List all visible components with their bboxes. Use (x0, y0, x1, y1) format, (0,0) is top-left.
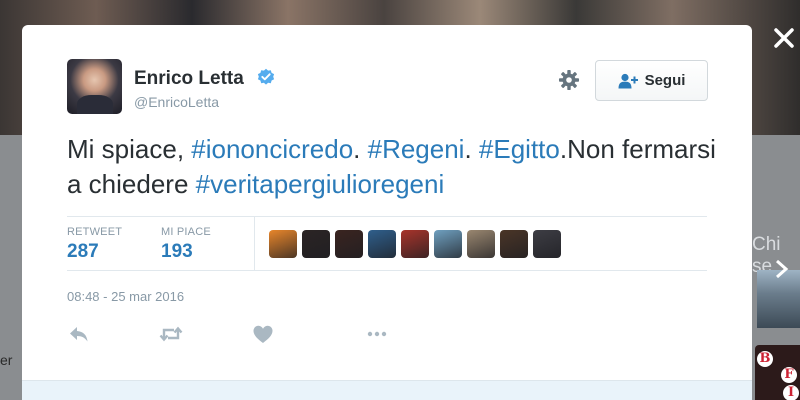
logo-letter: F (781, 367, 797, 383)
like-icon (253, 325, 273, 343)
liker-avatar[interactable] (368, 230, 396, 258)
chevron-right-icon[interactable] (770, 258, 792, 280)
hashtag-link[interactable]: #Regeni (368, 134, 465, 164)
retweet-stat-label: RETWEET (67, 226, 123, 238)
follow-button-label: Segui (644, 72, 686, 89)
retweet-stat[interactable]: RETWEET 287 (67, 226, 122, 263)
liker-avatar[interactable] (533, 230, 561, 258)
tweet-text: Mi spiace, #iononcicredo. #Regeni. #Egit… (67, 132, 717, 202)
liker-avatar[interactable] (302, 230, 330, 258)
tweet-modal: Enrico Letta @EnricoLetta Segui Mi spiac… (22, 25, 752, 400)
tweet-text-segment: Mi spiace, (67, 134, 192, 164)
tweet-stats: RETWEET 287 MI PIACE 193 (67, 216, 707, 271)
liker-avatars (269, 230, 561, 258)
follow-button[interactable]: Segui (595, 60, 708, 101)
logo-letter: I (783, 385, 799, 400)
liker-avatar[interactable] (434, 230, 462, 258)
author-name[interactable]: Enrico Letta (134, 68, 244, 90)
author-handle[interactable]: @EnricoLetta (134, 94, 219, 110)
reply-icon (70, 327, 88, 342)
retweet-icon (159, 326, 183, 342)
hashtag-link[interactable]: #veritapergiulioregeni (196, 169, 445, 199)
background-sidebar-logo: B F I (755, 345, 800, 400)
likes-stat[interactable]: MI PIACE 193 (161, 226, 211, 263)
verified-badge-icon (257, 68, 275, 85)
hashtag-link[interactable]: #Egitto (479, 134, 560, 164)
likes-stat-label: MI PIACE (161, 226, 211, 238)
add-user-icon (618, 73, 638, 88)
close-icon[interactable] (770, 24, 798, 52)
retweet-button[interactable] (159, 322, 183, 346)
liker-avatar[interactable] (500, 230, 528, 258)
more-icon (367, 331, 387, 337)
background-left-text: er (0, 352, 13, 368)
more-button[interactable] (365, 322, 389, 346)
liker-avatar[interactable] (269, 230, 297, 258)
tweet-actions (67, 322, 387, 346)
like-button[interactable] (251, 322, 275, 346)
gear-icon[interactable] (558, 69, 580, 91)
liker-avatar[interactable] (401, 230, 429, 258)
stats-divider (254, 217, 255, 271)
tweet-timestamp[interactable]: 08:48 - 25 mar 2016 (67, 289, 184, 304)
tweet-text-segment: . (464, 134, 479, 164)
tweet-text-segment: . (353, 134, 368, 164)
likes-count: 193 (161, 241, 193, 262)
reply-box-strip (22, 380, 752, 400)
retweet-count: 287 (67, 241, 99, 262)
liker-avatar[interactable] (335, 230, 363, 258)
logo-letter: B (757, 351, 773, 367)
avatar[interactable] (67, 59, 122, 114)
hashtag-link[interactable]: #iononcicredo (191, 134, 353, 164)
liker-avatar[interactable] (467, 230, 495, 258)
reply-button[interactable] (67, 322, 91, 346)
